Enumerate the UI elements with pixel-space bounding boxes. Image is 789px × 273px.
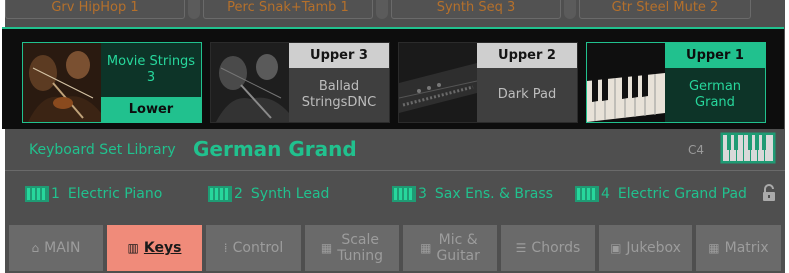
slot-label: Movie Strings 3 Lower [101,43,201,122]
slot-sound-name: Dark Pad [477,68,577,122]
library-label: Keyboard Set Library [29,142,176,158]
home-icon: ⌂ [31,241,40,255]
slot-role: Upper 3 [289,43,389,68]
bottom-tab-bar: ⌂ MAIN ▥ Keys ⁞ Control ▦ Scale Tuning ▦ … [9,225,781,271]
slot-label: Upper 1 German Grand [665,43,765,122]
top-pad-1[interactable]: Grv HipHop 1 [5,0,185,19]
slot-sound-name: Movie Strings 3 [101,43,201,97]
top-pad-2[interactable]: Perc Snak+Tamb 1 [203,0,373,19]
matrix-icon: ▦ [708,241,720,255]
tab-label: Keys [143,240,182,256]
slot-upper-3[interactable]: Upper 3 Ballad StringsDNC [210,42,390,123]
top-pad-divider [376,0,388,19]
keyboard-entry-2[interactable]: 2 Synth Lead [208,184,329,204]
tab-label: Matrix [724,240,769,256]
top-pad-label: Perc Snak+Tamb 1 [227,0,349,15]
keyboard-entry-4[interactable]: 4 Electric Grand Pad [575,184,747,204]
top-pad-row: Grv HipHop 1 Perc Snak+Tamb 1 Synth Seq … [5,0,785,19]
keyboard-number: 2 [234,186,243,202]
slot-role: Lower [101,97,201,122]
keyboard-icon [575,186,599,202]
slot-sound-name: Ballad StringsDNC [289,68,389,122]
slot-label: Upper 3 Ballad StringsDNC [289,43,389,122]
top-pad-label: Synth Seq 3 [436,0,516,15]
divider [5,170,785,171]
tab-keys[interactable]: ▥ Keys [107,225,202,271]
top-pad-divider [564,0,576,19]
violin-players-dim-image [211,43,289,122]
keyboard-number: 4 [601,186,610,202]
piano-keys-image [587,43,665,122]
chords-icon: ☰ [515,241,527,255]
top-pad-label: Grv HipHop 1 [51,0,139,15]
slot-role: Upper 2 [477,43,577,68]
tab-scale-tuning[interactable]: ▦ Scale Tuning [305,225,399,271]
tab-label: Jukebox [626,240,681,256]
slot-role: Upper 1 [665,43,765,68]
slot-sound-name: German Grand [665,68,765,122]
keyboard-entry-3[interactable]: 3 Sax Ens. & Brass [392,184,553,204]
keyboard-number: 3 [418,186,427,202]
tab-label: Mic & Guitar [436,232,480,264]
split-keyboard-icon[interactable] [720,132,776,168]
keyboard-icon: ▥ [127,241,139,255]
tab-label: MAIN [44,240,81,256]
jukebox-icon: ▣ [610,241,622,255]
top-pad-divider [188,0,200,19]
keyboard-set-popup: Movie Strings 3 Lower Upper 3 Ballad Str… [2,27,784,129]
slot-upper-1[interactable]: Upper 1 German Grand [586,42,766,123]
keyboard-entry-1[interactable]: 1 Electric Piano [25,184,162,204]
tab-label: Scale Tuning [337,232,384,264]
top-pad-label: Gtr Steel Mute 2 [611,0,719,15]
slot-upper-2[interactable]: Upper 2 Dark Pad [398,42,578,123]
tab-main[interactable]: ⌂ MAIN [9,225,103,271]
tab-jukebox[interactable]: ▣ Jukebox [599,225,692,271]
split-point-label: C4 [688,143,705,157]
top-pad-3[interactable]: Synth Seq 3 [391,0,561,19]
mic-icon: ▦ [420,241,432,255]
synthesizer-keyboard-image [399,43,477,122]
tab-mic-guitar[interactable]: ▦ Mic & Guitar [403,225,497,271]
keyboard-name: Electric Piano [67,186,163,202]
top-pad-4[interactable]: Gtr Steel Mute 2 [579,0,751,19]
tab-chords[interactable]: ☰ Chords [501,225,595,271]
library-selected-keyboard-set[interactable]: German Grand [193,137,357,161]
slider-icon: ⁞ [223,241,228,255]
keyboard-number: 1 [51,186,60,202]
violin-players-image [23,43,101,122]
slot-lower[interactable]: Movie Strings 3 Lower [22,42,202,123]
slot-label: Upper 2 Dark Pad [477,43,577,122]
tab-label: Chords [531,240,581,256]
keyboard-icon [25,186,49,202]
keyboard-name: Synth Lead [250,186,330,202]
keyboard-name: Electric Grand Pad [617,186,747,202]
keyboard-icon [392,186,416,202]
tab-label: Control [232,240,284,256]
lock-icon[interactable] [762,184,776,206]
keyboard-icon [208,186,232,202]
scale-icon: ▦ [320,241,333,255]
tab-matrix[interactable]: ▦ Matrix [696,225,781,271]
tab-control[interactable]: ⁞ Control [206,225,301,271]
keyboard-name: Sax Ens. & Brass [434,186,553,202]
